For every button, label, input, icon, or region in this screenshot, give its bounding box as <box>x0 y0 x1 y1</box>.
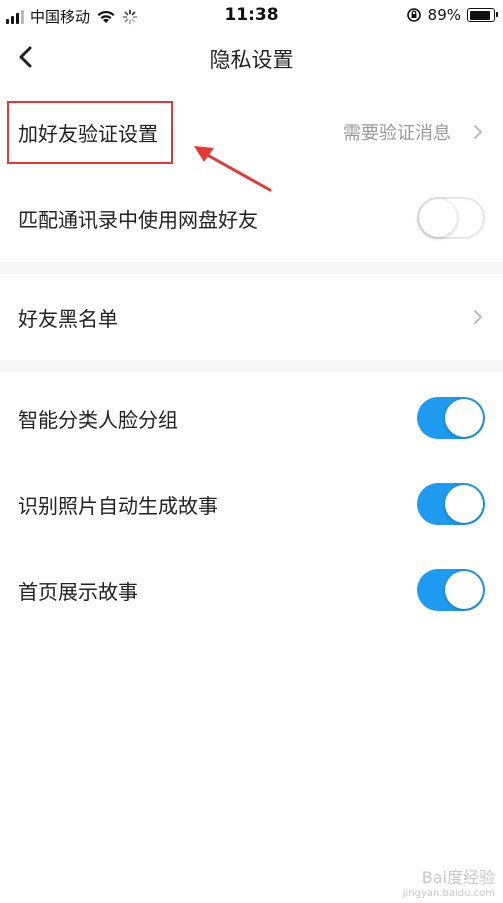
highlight-box <box>7 101 173 164</box>
section-divider <box>0 262 503 274</box>
friend-blacklist-label: 好友黑名单 <box>18 306 118 331</box>
home-story-toggle[interactable] <box>417 569 485 611</box>
watermark: Bai度经验 jingyan.baidu.com <box>403 864 495 899</box>
smart-face-group-row: 智能分类人脸分组 <box>0 376 503 460</box>
status-bar: 中国移动 11:38 89% <box>0 0 503 32</box>
section-divider <box>0 360 503 372</box>
photo-story-toggle[interactable] <box>417 483 485 525</box>
page-title: 隐私设置 <box>209 48 294 72</box>
battery-percent: 89% <box>427 6 461 24</box>
nav-bar: 隐私设置 <box>0 32 503 84</box>
watermark-sub: jingyan.baidu.com <box>402 888 495 899</box>
chevron-right-icon <box>474 125 482 139</box>
match-contacts-label: 匹配通讯录中使用网盘好友 <box>18 207 258 232</box>
toggle-knob <box>445 571 483 609</box>
smart-face-group-label: 智能分类人脸分组 <box>18 407 178 432</box>
annotation-arrow-icon <box>194 146 272 192</box>
home-story-row: 首页展示故事 <box>0 548 503 632</box>
chevron-right-icon <box>474 310 482 324</box>
photo-story-label: 识别照片自动生成故事 <box>18 493 218 518</box>
battery-icon <box>467 8 498 22</box>
toggle-knob <box>445 399 483 437</box>
home-story-label: 首页展示故事 <box>18 579 138 604</box>
toggle-knob <box>445 485 483 523</box>
toggle-knob <box>419 199 457 237</box>
match-contacts-toggle[interactable] <box>417 197 485 239</box>
friend-blacklist-row[interactable]: 好友黑名单 <box>0 276 503 358</box>
rotation-lock-icon <box>406 8 421 22</box>
add-friend-verify-value: 需要验证消息 <box>343 123 451 144</box>
status-right: 89% <box>406 6 498 24</box>
photo-story-row: 识别照片自动生成故事 <box>0 462 503 546</box>
watermark-text: Bai度经验 <box>421 868 495 887</box>
smart-face-group-toggle[interactable] <box>417 397 485 439</box>
